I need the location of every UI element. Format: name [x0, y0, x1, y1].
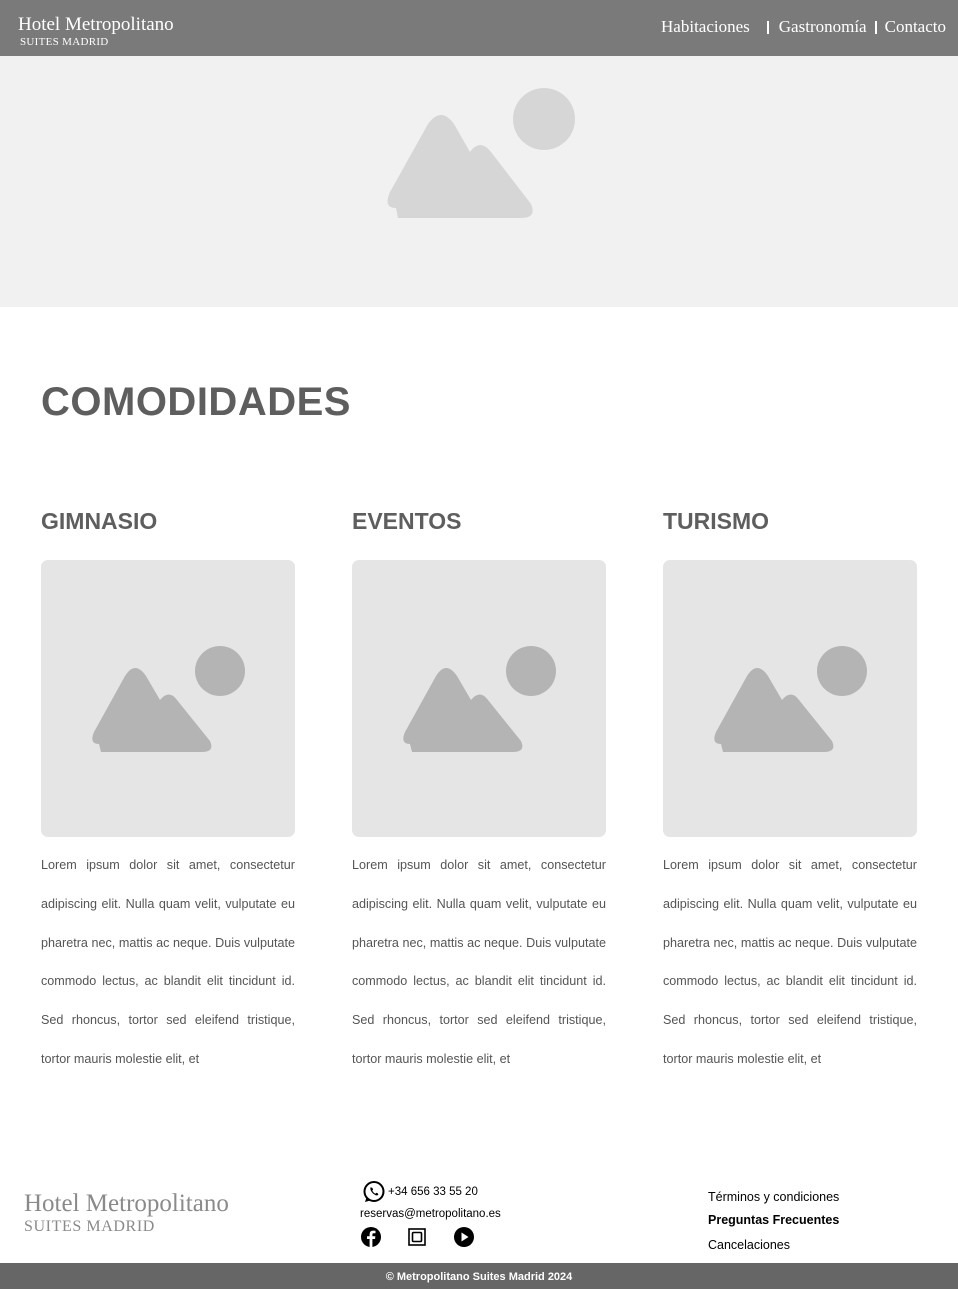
card-title: TURISMO	[663, 508, 770, 534]
footer-links: Términos y condiciones Preguntas Frecuen…	[708, 1190, 839, 1252]
card-image	[663, 560, 917, 837]
card-image	[41, 560, 295, 837]
footer-link-cancelaciones[interactable]: Cancelaciones	[708, 1238, 839, 1252]
footer-email[interactable]: reservas@metropolitano.es	[360, 1208, 501, 1220]
site-header: Hotel Metropolitano SUITES MADRID Habita…	[0, 0, 958, 56]
nav-link-gastronomia[interactable]: Gastronomía	[779, 17, 867, 37]
whatsapp-icon	[363, 1181, 385, 1202]
image-placeholder-icon	[403, 646, 556, 752]
footer-link-preguntas-frecuentes[interactable]: Preguntas Frecuentes	[708, 1213, 839, 1227]
image-placeholder-icon	[387, 88, 575, 218]
section-title: COMODIDADES	[41, 380, 351, 424]
main-nav: Habitaciones Gastronomía Contacto	[661, 17, 946, 37]
footer-brand-subtitle: SUITES MADRID	[24, 1218, 155, 1235]
image-placeholder-icon	[714, 646, 867, 752]
copyright-text: © Metropolitano Suites Madrid 2024	[385, 1271, 573, 1283]
card-title: EVENTOS	[352, 508, 462, 534]
amenity-card-turismo: TURISMO Lorem ipsum dolor sit amet, cons…	[663, 508, 917, 1066]
card-description: Lorem ipsum dolor sit amet, consectetur …	[41, 858, 295, 1066]
footer-link-terminos[interactable]: Términos y condiciones	[708, 1190, 839, 1204]
instagram-icon[interactable]	[406, 1226, 428, 1248]
amenity-card-gimnasio: GIMNASIO Lorem ipsum dolor sit amet, con…	[41, 508, 295, 1066]
nav-link-habitaciones[interactable]: Habitaciones	[661, 17, 750, 37]
card-image	[352, 560, 606, 837]
card-description: Lorem ipsum dolor sit amet, consectetur …	[663, 858, 917, 1066]
copyright-bar: © Metropolitano Suites Madrid 2024	[0, 1263, 958, 1289]
social-links	[360, 1226, 475, 1248]
facebook-icon[interactable]	[360, 1226, 382, 1248]
nav-divider	[874, 20, 877, 34]
brand-logo-subtitle: SUITES MADRID	[20, 36, 109, 48]
card-description: Lorem ipsum dolor sit amet, consectetur …	[352, 858, 606, 1066]
youtube-icon[interactable]	[453, 1226, 475, 1248]
brand-logo-title[interactable]: Hotel Metropolitano	[18, 14, 174, 36]
footer-brand-title: Hotel Metropolitano	[24, 1190, 229, 1217]
amenity-card-eventos: EVENTOS Lorem ipsum dolor sit amet, cons…	[352, 508, 606, 1066]
hero-banner	[0, 56, 958, 307]
card-title: GIMNASIO	[41, 508, 158, 534]
image-placeholder-icon	[92, 646, 245, 752]
nav-link-contacto[interactable]: Contacto	[885, 17, 946, 37]
footer-phone[interactable]: +34 656 33 55 20	[362, 1180, 478, 1204]
footer-phone-number: +34 656 33 55 20	[388, 1186, 478, 1198]
nav-divider	[766, 20, 769, 34]
